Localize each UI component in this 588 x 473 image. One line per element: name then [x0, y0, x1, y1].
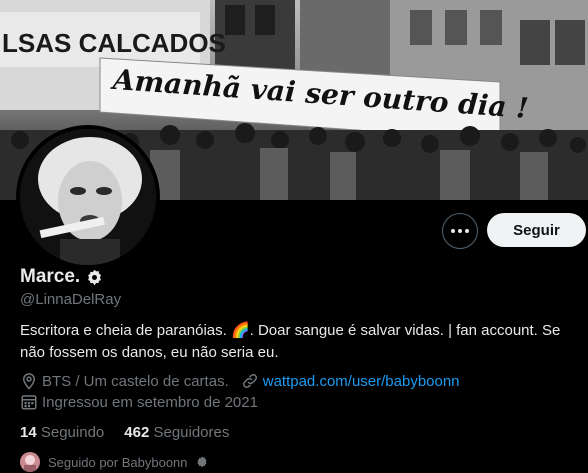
- more-options-button[interactable]: [442, 213, 478, 249]
- bio-line-1: Escritora e cheia de paranóias. 🌈. Doar …: [20, 322, 561, 339]
- follow-counts: 14 Seguindo 462 Seguidores: [20, 424, 229, 441]
- profile-joined-row: Ingressou em setembro de 2021: [20, 393, 258, 411]
- followers-stat[interactable]: 462 Seguidores: [124, 424, 229, 441]
- followed-by-text: Seguido por Babyboonn: [48, 454, 188, 470]
- store-sign-text: LSAS CALCADOS: [2, 28, 226, 58]
- calendar-icon: [21, 395, 37, 410]
- link-icon: [242, 373, 257, 389]
- following-label: Seguindo: [40, 424, 105, 441]
- profile-avatar[interactable]: [16, 125, 160, 269]
- profile-website-link[interactable]: wattpad.com/user/babyboonn: [263, 373, 460, 390]
- more-icon: [451, 229, 469, 233]
- profile-joined: Ingressou em setembro de 2021: [42, 393, 258, 411]
- profile-name: Marce.: [20, 266, 81, 287]
- follower-avatar: [20, 452, 40, 472]
- following-stat[interactable]: 14 Seguindo: [20, 424, 104, 441]
- gear-badge-icon: [197, 456, 207, 468]
- gear-badge-icon: [88, 269, 102, 285]
- avatar-photo: [20, 129, 156, 265]
- followers-count: 462: [124, 424, 150, 441]
- profile-bio: Escritora e cheia de paranóias. 🌈. Doar …: [20, 320, 580, 364]
- followers-label: Seguidores: [153, 424, 230, 441]
- name-row: Marce.: [20, 266, 103, 288]
- followed-by-row[interactable]: Seguido por Babyboonn: [20, 452, 208, 472]
- location-pin-icon: [22, 373, 36, 390]
- profile-handle: @LinnaDelRay: [20, 291, 122, 308]
- profile-location: BTS / Um castelo de cartas.: [42, 372, 229, 390]
- profile-meta-row: BTS / Um castelo de cartas. wattpad.com/…: [20, 372, 460, 390]
- follow-button[interactable]: Seguir: [487, 213, 586, 247]
- bio-line-2: não fossem os danos, eu não seria eu.: [20, 344, 279, 361]
- following-count: 14: [20, 424, 37, 441]
